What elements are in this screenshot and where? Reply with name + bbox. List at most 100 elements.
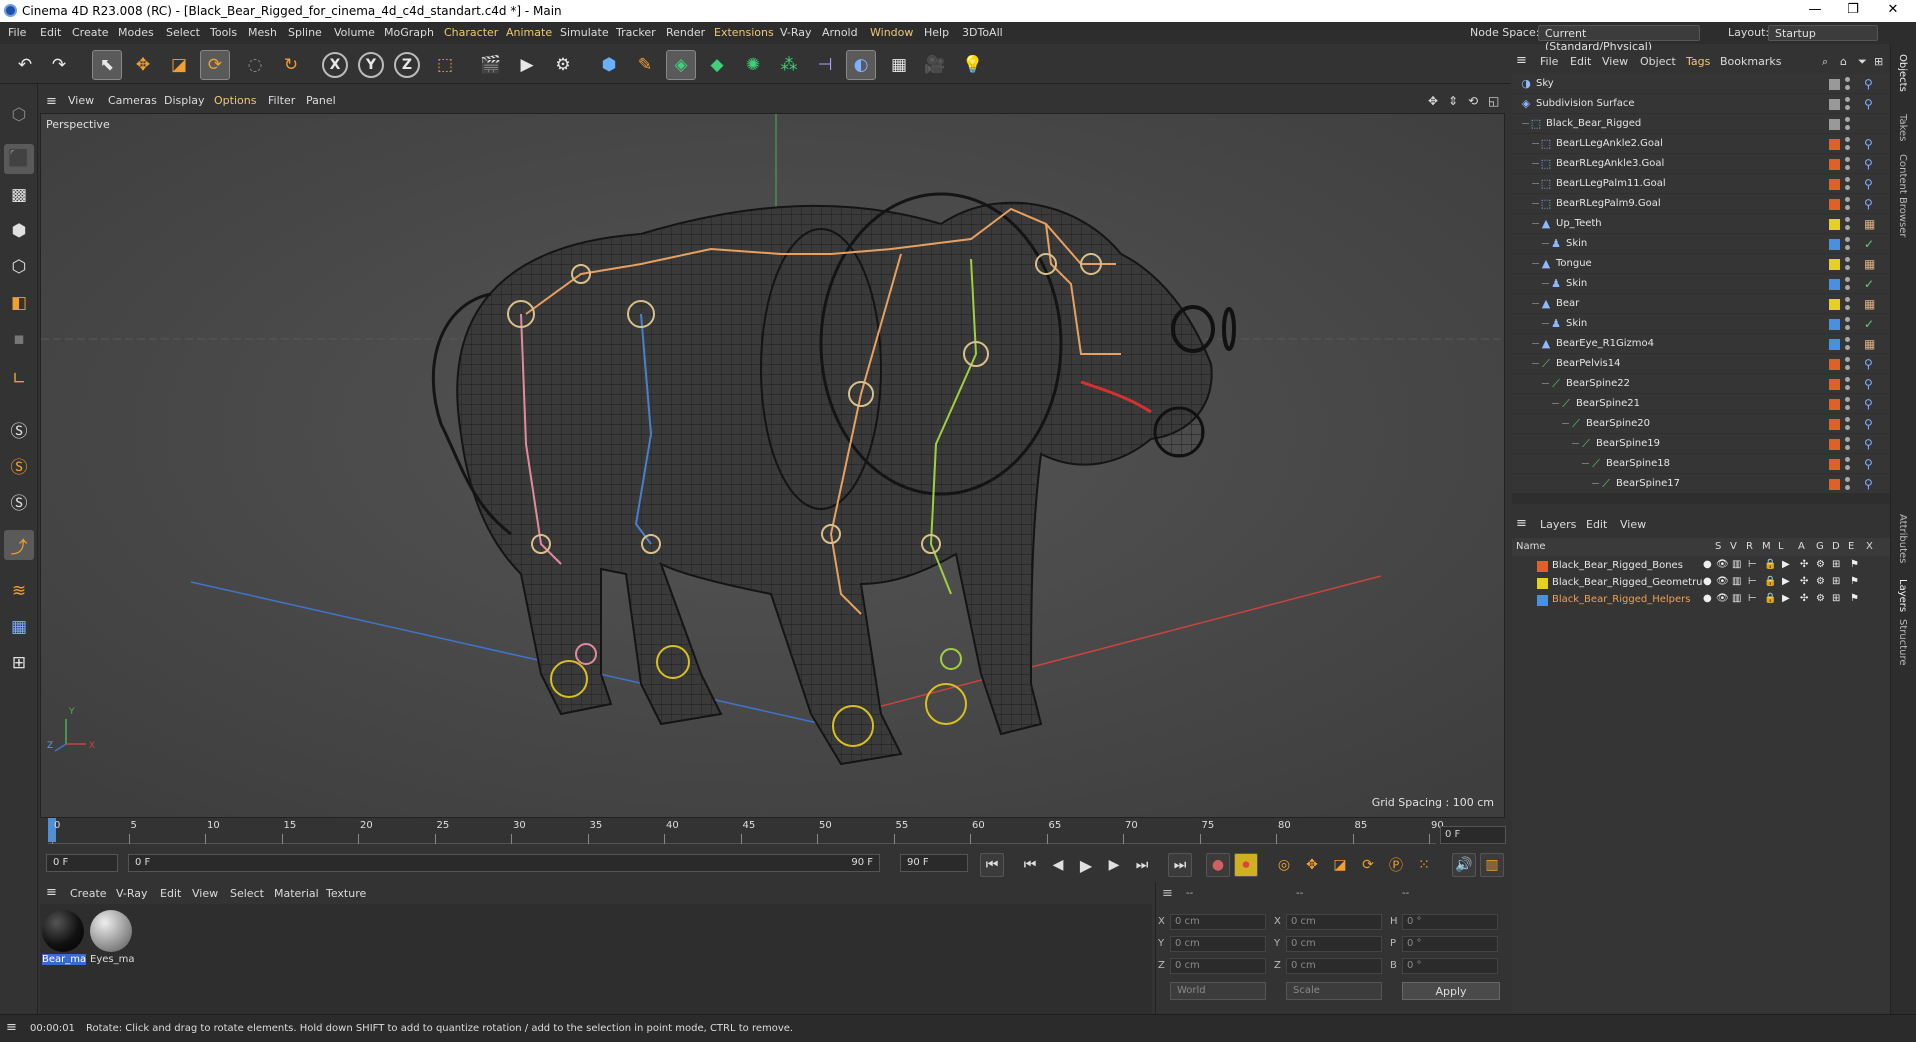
layer-toggle-icon[interactable]: ⊞ xyxy=(1832,576,1840,587)
object-menu-object[interactable]: Object xyxy=(1640,55,1676,68)
object-row[interactable]: ⬚ Black_Bear_Rigged xyxy=(1512,114,1890,134)
layer-color-swatch[interactable] xyxy=(1829,379,1840,390)
goto-next-key-icon[interactable]: ⏭ xyxy=(1130,853,1154,877)
layer-color-swatch[interactable] xyxy=(1829,399,1840,410)
menu-animate[interactable]: Animate xyxy=(506,26,552,39)
tab-takes[interactable]: Takes xyxy=(1897,114,1908,141)
object-tag-icon[interactable]: ▦ xyxy=(1864,217,1875,231)
visibility-dots[interactable] xyxy=(1845,417,1851,431)
layer-toggle-icon[interactable]: ⊢ xyxy=(1748,593,1757,604)
coord-pos-z-field[interactable]: 0 cm xyxy=(1170,958,1266,974)
layer-toggle-icon[interactable]: ⚙ xyxy=(1816,576,1825,587)
object-row[interactable]: ⬚ BearRLegPalm9.Goal ⚲ xyxy=(1512,194,1890,214)
prev-frame-icon[interactable]: ◀ xyxy=(1046,853,1070,877)
menu-arnold[interactable]: Arnold xyxy=(822,26,858,39)
layer-color-swatch[interactable] xyxy=(1829,339,1840,350)
pla-key-icon[interactable]: ⁙ xyxy=(1412,853,1436,877)
tab-objects[interactable]: Objects xyxy=(1897,54,1908,92)
layer-toggle-icon[interactable]: 🔒 xyxy=(1764,576,1776,587)
scene-environment-icon[interactable]: ▦ xyxy=(884,50,914,80)
layer-row[interactable]: Black_Bear_Rigged_Geometru ● 👁 ▥ ⊢ 🔒 ▶ ✣ ⚙ ⊞ ⚑ xyxy=(1512,575,1890,592)
object-row[interactable]: ▲ BearEye_R1Gizmo4 ▦ xyxy=(1512,334,1890,354)
fracture-icon[interactable]: ⁂ xyxy=(774,50,804,80)
visibility-dots[interactable] xyxy=(1845,117,1851,131)
layer-toggle-icon[interactable]: ⚙ xyxy=(1816,593,1825,604)
layer-color-swatch[interactable] xyxy=(1829,239,1840,250)
layer-color-swatch[interactable] xyxy=(1829,459,1840,470)
recent-tools-icon[interactable]: ◌ xyxy=(240,50,270,80)
coord-pos-x-field[interactable]: 0 cm xyxy=(1170,914,1266,930)
mograph-cloner-icon[interactable]: ✺ xyxy=(738,50,768,80)
object-home-icon[interactable]: ⌂ xyxy=(1840,55,1847,68)
menu-simulate[interactable]: Simulate xyxy=(560,26,609,39)
visibility-dots[interactable] xyxy=(1845,237,1851,251)
object-tag-icon[interactable]: ⚲ xyxy=(1864,97,1873,111)
layer-toggle-icon[interactable]: ● xyxy=(1703,559,1712,570)
workplane-grid-icon[interactable]: ▦ xyxy=(4,612,34,642)
cube-object-icon[interactable]: ⬢ xyxy=(594,50,624,80)
scene-floor-icon[interactable]: ◐ xyxy=(846,50,876,80)
layer-col-animation[interactable]: A xyxy=(1798,541,1805,552)
coord-size-z-field[interactable]: 0 cm xyxy=(1286,958,1382,974)
record-keys-icon[interactable]: ● xyxy=(1206,853,1230,877)
goto-prev-key-icon[interactable]: ⏮ xyxy=(1018,853,1042,877)
points-mode-icon[interactable]: ⬢ xyxy=(4,216,34,246)
object-row[interactable]: ♟ Skin ✓ xyxy=(1512,314,1890,334)
rotate-alt-icon[interactable]: ↻ xyxy=(276,50,306,80)
visibility-dots[interactable] xyxy=(1845,137,1851,151)
model-mode-icon[interactable]: ⬛ xyxy=(4,144,34,174)
layer-toggle-icon[interactable]: ✣ xyxy=(1800,576,1808,587)
layer-toggle-icon[interactable]: ⚙ xyxy=(1816,559,1825,570)
material-menu-vray[interactable]: V-Ray xyxy=(116,887,148,900)
object-tag-icon[interactable]: ✓ xyxy=(1864,237,1874,251)
object-menu-bookmarks[interactable]: Bookmarks xyxy=(1720,55,1781,68)
layer-toggle-icon[interactable]: ⊢ xyxy=(1748,576,1757,587)
layer-menu-edit[interactable]: Edit xyxy=(1586,518,1607,531)
object-menu-file[interactable]: File xyxy=(1540,55,1558,68)
apply-button[interactable]: Apply xyxy=(1402,982,1500,1000)
layer-col-deformers[interactable]: D xyxy=(1832,541,1840,552)
rotation-key-icon[interactable]: ⟳ xyxy=(1356,853,1380,877)
layer-toggle-icon[interactable]: ✣ xyxy=(1800,559,1808,570)
menu-mograph[interactable]: MoGraph xyxy=(384,26,434,39)
play-icon[interactable]: ▶ xyxy=(1074,853,1098,877)
layer-color-swatch[interactable] xyxy=(1829,199,1840,210)
menu-spline[interactable]: Spline xyxy=(288,26,322,39)
menu-3dtoall[interactable]: 3DToAll xyxy=(962,26,1003,39)
rotate-tool-icon[interactable]: ⟳ xyxy=(200,50,230,80)
layer-toggle-icon[interactable]: ▶ xyxy=(1782,576,1790,587)
texture-mode-icon[interactable]: ▩ xyxy=(4,180,34,210)
layer-toggle-icon[interactable]: ⚑ xyxy=(1850,593,1859,604)
object-row[interactable]: ♟ Skin ✓ xyxy=(1512,234,1890,254)
viewport-menu-cameras[interactable]: Cameras xyxy=(108,94,157,107)
layer-toggle-icon[interactable]: ⚑ xyxy=(1850,559,1859,570)
material-menu-select[interactable]: Select xyxy=(230,887,264,900)
visibility-dots[interactable] xyxy=(1845,337,1851,351)
status-menu-icon[interactable]: ≡ xyxy=(6,1020,17,1035)
material-menu-create[interactable]: Create xyxy=(70,887,107,900)
visibility-dots[interactable] xyxy=(1845,397,1851,411)
redo-icon[interactable]: ↷ xyxy=(44,50,74,80)
tab-layers[interactable]: Layers xyxy=(1897,579,1908,612)
visibility-dots[interactable] xyxy=(1845,477,1851,491)
layer-color-swatch[interactable] xyxy=(1829,259,1840,270)
object-row[interactable]: ⟋ BearSpine19 ⚲ xyxy=(1512,434,1890,454)
make-editable-icon[interactable]: ⬡ xyxy=(4,100,34,130)
layer-color-swatch[interactable] xyxy=(1829,419,1840,430)
render-region-icon[interactable]: 🎬 xyxy=(476,50,506,80)
material-menu-edit[interactable]: Edit xyxy=(160,887,181,900)
layer-toggle-icon[interactable]: 🔒 xyxy=(1764,559,1776,570)
perspective-viewport[interactable]: Perspective Y X Z Grid Spacing : 100 cm xyxy=(40,113,1505,818)
object-tag-icon[interactable]: ⚲ xyxy=(1864,137,1873,151)
layer-toggle-icon[interactable]: 🔒 xyxy=(1764,593,1776,604)
object-tag-icon[interactable]: ⚲ xyxy=(1864,437,1873,451)
quantize-icon[interactable]: Ⓢ xyxy=(4,486,34,516)
visibility-dots[interactable] xyxy=(1845,157,1851,171)
menu-window[interactable]: Window xyxy=(870,26,913,39)
object-row[interactable]: ◈ Subdivision Surface ⚲ xyxy=(1512,94,1890,114)
timeline-current-frame-field[interactable]: 0 F xyxy=(1440,826,1506,844)
render-view-icon[interactable]: ▶ xyxy=(512,50,542,80)
layout-dropdown[interactable]: Startup xyxy=(1768,25,1878,41)
layer-toggle-icon[interactable]: 👁 xyxy=(1716,593,1729,604)
layer-color-swatch[interactable] xyxy=(1829,479,1840,490)
